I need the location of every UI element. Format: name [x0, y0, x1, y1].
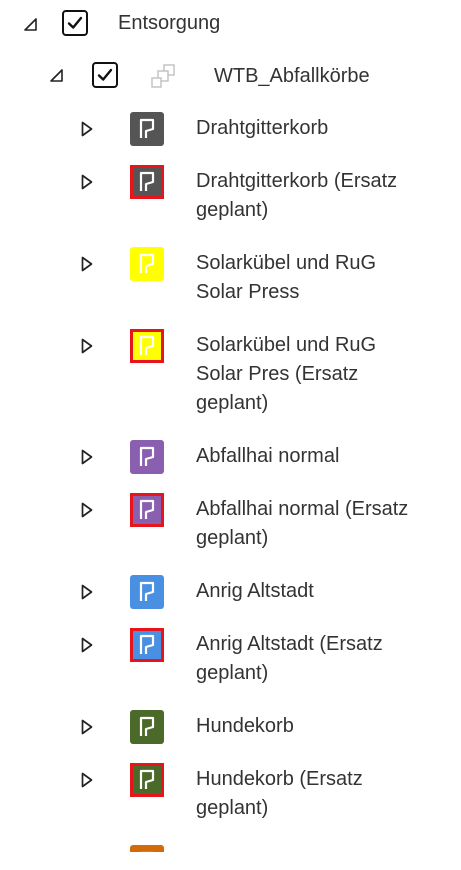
layer-label-line: Abfallhai normal (Ersatz — [196, 498, 409, 520]
layer-label[interactable]: Anrig Altstadt — [196, 577, 314, 606]
bin-symbol-icon — [130, 440, 164, 474]
collapsed-triangle-icon[interactable] — [81, 502, 93, 518]
bin-symbol-icon — [130, 628, 164, 662]
layer-label[interactable]: Solarkübel und RuG Solar Press — [196, 249, 376, 307]
bin-symbol-icon — [130, 247, 164, 281]
checkmark-icon — [67, 16, 83, 29]
tree-node-wtb-abfallkoerbe: WTB_Abfallkörbe — [0, 50, 461, 100]
layer-label-line: geplant) — [196, 199, 269, 221]
layer-item[interactable]: Drahtgitterkorb — [0, 108, 461, 161]
bin-symbol-icon — [130, 329, 164, 363]
layer-item[interactable]: Hundekorb — [0, 706, 461, 759]
layer-label-line: geplant) — [196, 392, 269, 414]
collapsed-triangle-icon[interactable] — [81, 584, 93, 600]
layer-label-line: Solar Pres (Ersatz — [196, 363, 359, 385]
checkmark-icon — [97, 68, 113, 81]
layer-item[interactable]: Anrig Altstadt — [0, 571, 461, 624]
layer-label-line: Anrig Altstadt (Ersatz — [196, 633, 383, 655]
bin-symbol-icon — [130, 763, 164, 797]
collapsed-triangle-icon[interactable] — [81, 338, 93, 354]
layer-label-line: Anrig Altstadt — [196, 580, 314, 602]
layer-item[interactable]: Abfallhai normal — [0, 436, 461, 489]
viewport-edge — [0, 852, 461, 870]
layer-label-line: Hundekorb — [196, 715, 294, 737]
layer-label-line: Hundekorb (Ersatz — [196, 768, 363, 790]
layer-item[interactable]: Anrig Altstadt (Ersatz geplant) — [0, 624, 461, 706]
tree-node-label[interactable]: Entsorgung — [118, 9, 220, 38]
layer-label-line: Abfallhai normal — [196, 445, 340, 467]
collapsed-triangle-icon[interactable] — [81, 637, 93, 653]
layer-label-line: Solarkübel und RuG — [196, 334, 377, 356]
bin-symbol-icon — [130, 165, 164, 199]
layer-label[interactable]: Abfallhai normal (Ersatz geplant) — [196, 495, 408, 553]
layer-group-icon — [151, 64, 175, 88]
collapsed-triangle-icon[interactable] — [81, 121, 93, 137]
layer-item[interactable]: Drahtgitterkorb (Ersatz geplant) — [0, 161, 461, 243]
layer-label[interactable]: Hundekorb (Ersatz geplant) — [196, 765, 363, 823]
bin-symbol-icon — [130, 710, 164, 744]
layer-item[interactable]: Solarkübel und RuG Solar Press — [0, 243, 461, 325]
bin-symbol-icon — [130, 493, 164, 527]
layer-label-line: geplant) — [196, 797, 269, 819]
collapsed-triangle-icon[interactable] — [81, 174, 93, 190]
collapsed-triangle-icon[interactable] — [81, 256, 93, 272]
bin-symbol-icon — [130, 575, 164, 609]
tree-node-label[interactable]: WTB_Abfallkörbe — [214, 62, 370, 91]
layer-label[interactable]: Abfallhai normal — [196, 442, 339, 471]
layer-item[interactable]: Abfallhai normal (Ersatz geplant) — [0, 489, 461, 571]
layer-label[interactable]: Solarkübel und RuG Solar Pres (Ersatz gepl… — [196, 331, 376, 418]
collapsed-triangle-icon[interactable] — [81, 719, 93, 735]
layer-label[interactable]: Hundekorb — [196, 712, 294, 741]
layer-label-line: Solar Press — [196, 281, 300, 303]
collapsed-triangle-icon[interactable] — [81, 772, 93, 788]
layer-label[interactable]: Drahtgitterkorb — [196, 114, 328, 143]
expanded-triangle-icon[interactable] — [50, 69, 64, 83]
layer-item[interactable]: Hundekorb (Ersatz geplant) — [0, 759, 461, 841]
expanded-triangle-icon[interactable] — [24, 18, 38, 32]
wtb-abfallkoerbe-checkbox[interactable] — [92, 62, 118, 88]
layer-label-line: geplant) — [196, 662, 269, 684]
entsorgung-checkbox[interactable] — [62, 10, 88, 36]
tree-node-entsorgung: Entsorgung — [0, 0, 461, 50]
collapsed-triangle-icon[interactable] — [81, 449, 93, 465]
layer-label[interactable]: Anrig Altstadt (Ersatz geplant) — [196, 630, 383, 688]
layer-label-line: Solarkübel und RuG — [196, 252, 377, 274]
layer-label[interactable]: Drahtgitterkorb (Ersatz geplant) — [196, 167, 397, 225]
layer-label-line: Drahtgitterkorb — [196, 117, 329, 139]
bin-symbol-icon — [130, 112, 164, 146]
layer-item[interactable]: Solarkübel und RuG Solar Pres (Ersatz gepl… — [0, 325, 461, 436]
layer-label-line: Drahtgitterkorb (Ersatz — [196, 170, 398, 192]
layer-label-line: geplant) — [196, 527, 269, 549]
